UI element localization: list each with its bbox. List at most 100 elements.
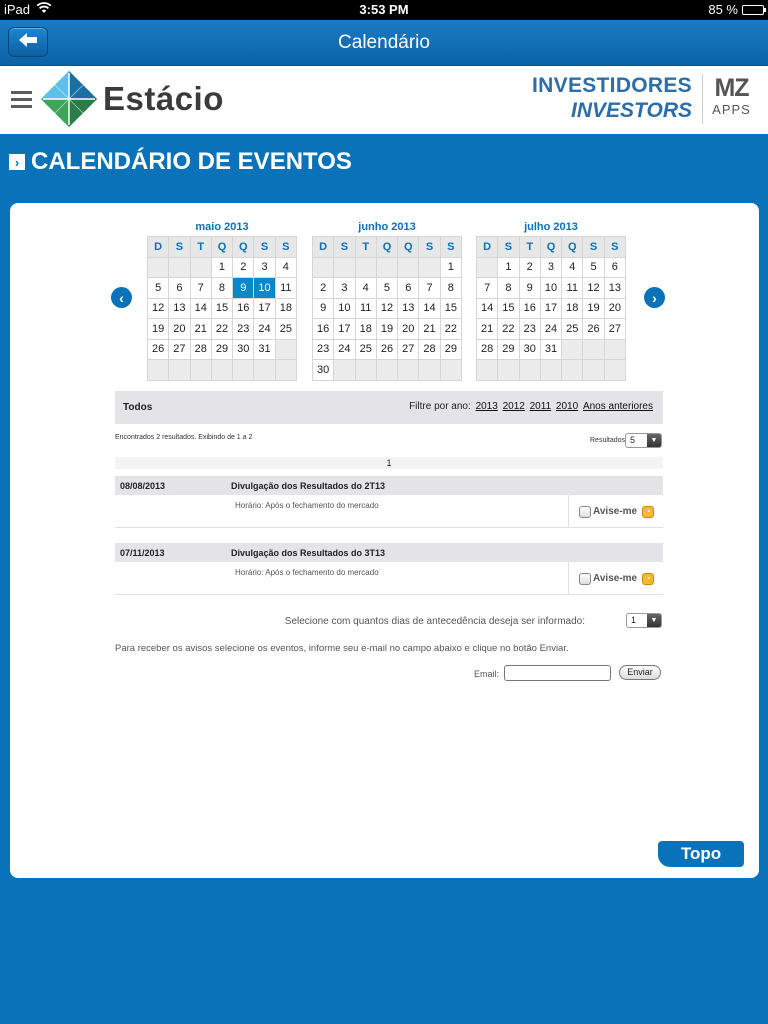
calendar-empty-cell	[274, 359, 298, 381]
weekday-header: Q	[210, 236, 234, 258]
calendar-day: 28	[418, 338, 441, 360]
year-link-previous[interactable]: Anos anteriores	[583, 401, 653, 412]
menu-icon[interactable]	[11, 91, 32, 112]
calendar-empty-cell	[274, 338, 298, 360]
calendar-empty-cell	[418, 359, 441, 381]
calendar-day: 14	[418, 297, 441, 319]
year-link-2012[interactable]: 2012	[503, 401, 525, 412]
calendar-day[interactable]: 10	[253, 277, 276, 299]
year-link-2013[interactable]: 2013	[476, 401, 498, 412]
calendar-day: 25	[354, 338, 377, 360]
calendar-day: 5	[146, 277, 170, 299]
page-heading: › CALENDÁRIO DE EVENTOS	[9, 148, 352, 176]
calendar-empty-cell	[561, 359, 584, 381]
reminder-icon[interactable]: ◔	[642, 572, 655, 585]
calendar-day[interactable]: 9	[232, 277, 255, 299]
calendar-day: 24	[333, 338, 356, 360]
chevron-left-icon: ‹	[119, 289, 124, 306]
investors-en: INVESTORS	[571, 99, 692, 122]
calendar-day: 17	[253, 297, 276, 319]
calendar-day: 18	[274, 297, 298, 319]
calendar-day: 29	[497, 338, 520, 360]
prev-month-button[interactable]: ‹	[111, 287, 132, 308]
year-link-2011[interactable]: 2011	[530, 401, 552, 412]
chevron-right-icon: ›	[9, 154, 25, 170]
calendar-day: 26	[146, 338, 170, 360]
calendar-day: 2	[232, 256, 255, 278]
calendar-day: 9	[311, 297, 335, 319]
reminder-icon[interactable]: ◔	[642, 505, 655, 518]
calendar-day: 20	[603, 297, 627, 319]
weekday-header: S	[274, 236, 298, 258]
calendar-day: 6	[168, 277, 191, 299]
per-page-select[interactable]: 5 ▼	[625, 433, 662, 448]
calendar-empty-cell	[375, 359, 399, 381]
email-label: Email:	[474, 669, 500, 679]
dropdown-arrow-icon: ▼	[647, 614, 661, 627]
calendar-empty-cell	[375, 256, 399, 278]
calendar-empty-cell	[189, 256, 212, 278]
notify-me-control: Avise-me ◔	[568, 562, 663, 595]
advance-days-select[interactable]: 1 ▼	[626, 613, 662, 628]
calendar-day: 6	[397, 277, 420, 299]
calendar-day: 27	[397, 338, 420, 360]
chevron-right-icon: ›	[652, 289, 657, 306]
weekday-header: Q	[232, 236, 255, 258]
calendar-day: 2	[311, 277, 335, 299]
year-link-2010[interactable]: 2010	[556, 401, 578, 412]
calendar-day: 17	[333, 318, 356, 340]
calendar-day: 19	[582, 297, 605, 319]
site-header: Estácio INVESTIDORES INVESTORS MZ APPS	[0, 66, 768, 134]
mz-logo-text: MZ	[714, 74, 749, 102]
page-number[interactable]: 1	[386, 458, 391, 468]
email-field[interactable]	[504, 665, 611, 681]
weekday-header: T	[518, 236, 541, 258]
calendar-day: 21	[189, 318, 212, 340]
calendar-day: 5	[582, 256, 605, 278]
advance-days-label: Selecione com quantos dias de antecedênc…	[284, 616, 585, 627]
calendar-day: 10	[333, 297, 356, 319]
calendar-day: 24	[253, 318, 276, 340]
calendar-day: 13	[168, 297, 191, 319]
calendar-day: 7	[475, 277, 499, 299]
calendar-day: 15	[210, 297, 234, 319]
calendar-day: 27	[603, 318, 627, 340]
calendar-empty-cell	[210, 359, 234, 381]
calendar-day: 12	[375, 297, 399, 319]
send-button[interactable]: Enviar	[619, 665, 661, 680]
calendar-day: 3	[253, 256, 276, 278]
calendar-day: 19	[146, 318, 170, 340]
notify-checkbox[interactable]	[579, 505, 591, 518]
event-date: 08/08/2013	[120, 481, 166, 491]
calendar-day: 12	[146, 297, 170, 319]
calendar-day: 30	[518, 338, 541, 360]
battery-icon	[742, 4, 766, 15]
filter-all-link[interactable]: Todos	[123, 402, 152, 413]
calendar-empty-cell	[518, 359, 541, 381]
calendar-empty-cell	[333, 256, 356, 278]
calendar-day: 24	[539, 318, 563, 340]
calendar-day: 8	[497, 277, 520, 299]
notify-checkbox[interactable]	[579, 572, 591, 585]
calendar-day: 22	[497, 318, 520, 340]
weekday-header: S	[497, 236, 520, 258]
calendar-empty-cell	[333, 359, 356, 381]
investors-pt: INVESTIDORES	[532, 74, 692, 97]
calendar-empty-cell	[253, 359, 276, 381]
weekday-header: D	[475, 236, 499, 258]
event-time: Horário: Após o fechamento do mercado	[235, 501, 379, 510]
calendar-day: 12	[582, 277, 605, 299]
calendar-day: 25	[561, 318, 584, 340]
back-to-top-button[interactable]: Topo	[658, 841, 744, 867]
investors-title: INVESTIDORES INVESTORS	[532, 74, 692, 123]
calendar-empty-cell	[603, 359, 627, 381]
weekday-header: Q	[539, 236, 563, 258]
next-month-button[interactable]: ›	[644, 287, 665, 308]
calendar-day: 8	[439, 277, 463, 299]
calendar-empty-cell	[397, 359, 420, 381]
calendar-day: 20	[397, 318, 420, 340]
calendar-day: 11	[354, 297, 377, 319]
notify-label: Avise-me	[593, 573, 638, 584]
calendar-empty-cell	[189, 359, 212, 381]
calendar-empty-cell	[397, 256, 420, 278]
